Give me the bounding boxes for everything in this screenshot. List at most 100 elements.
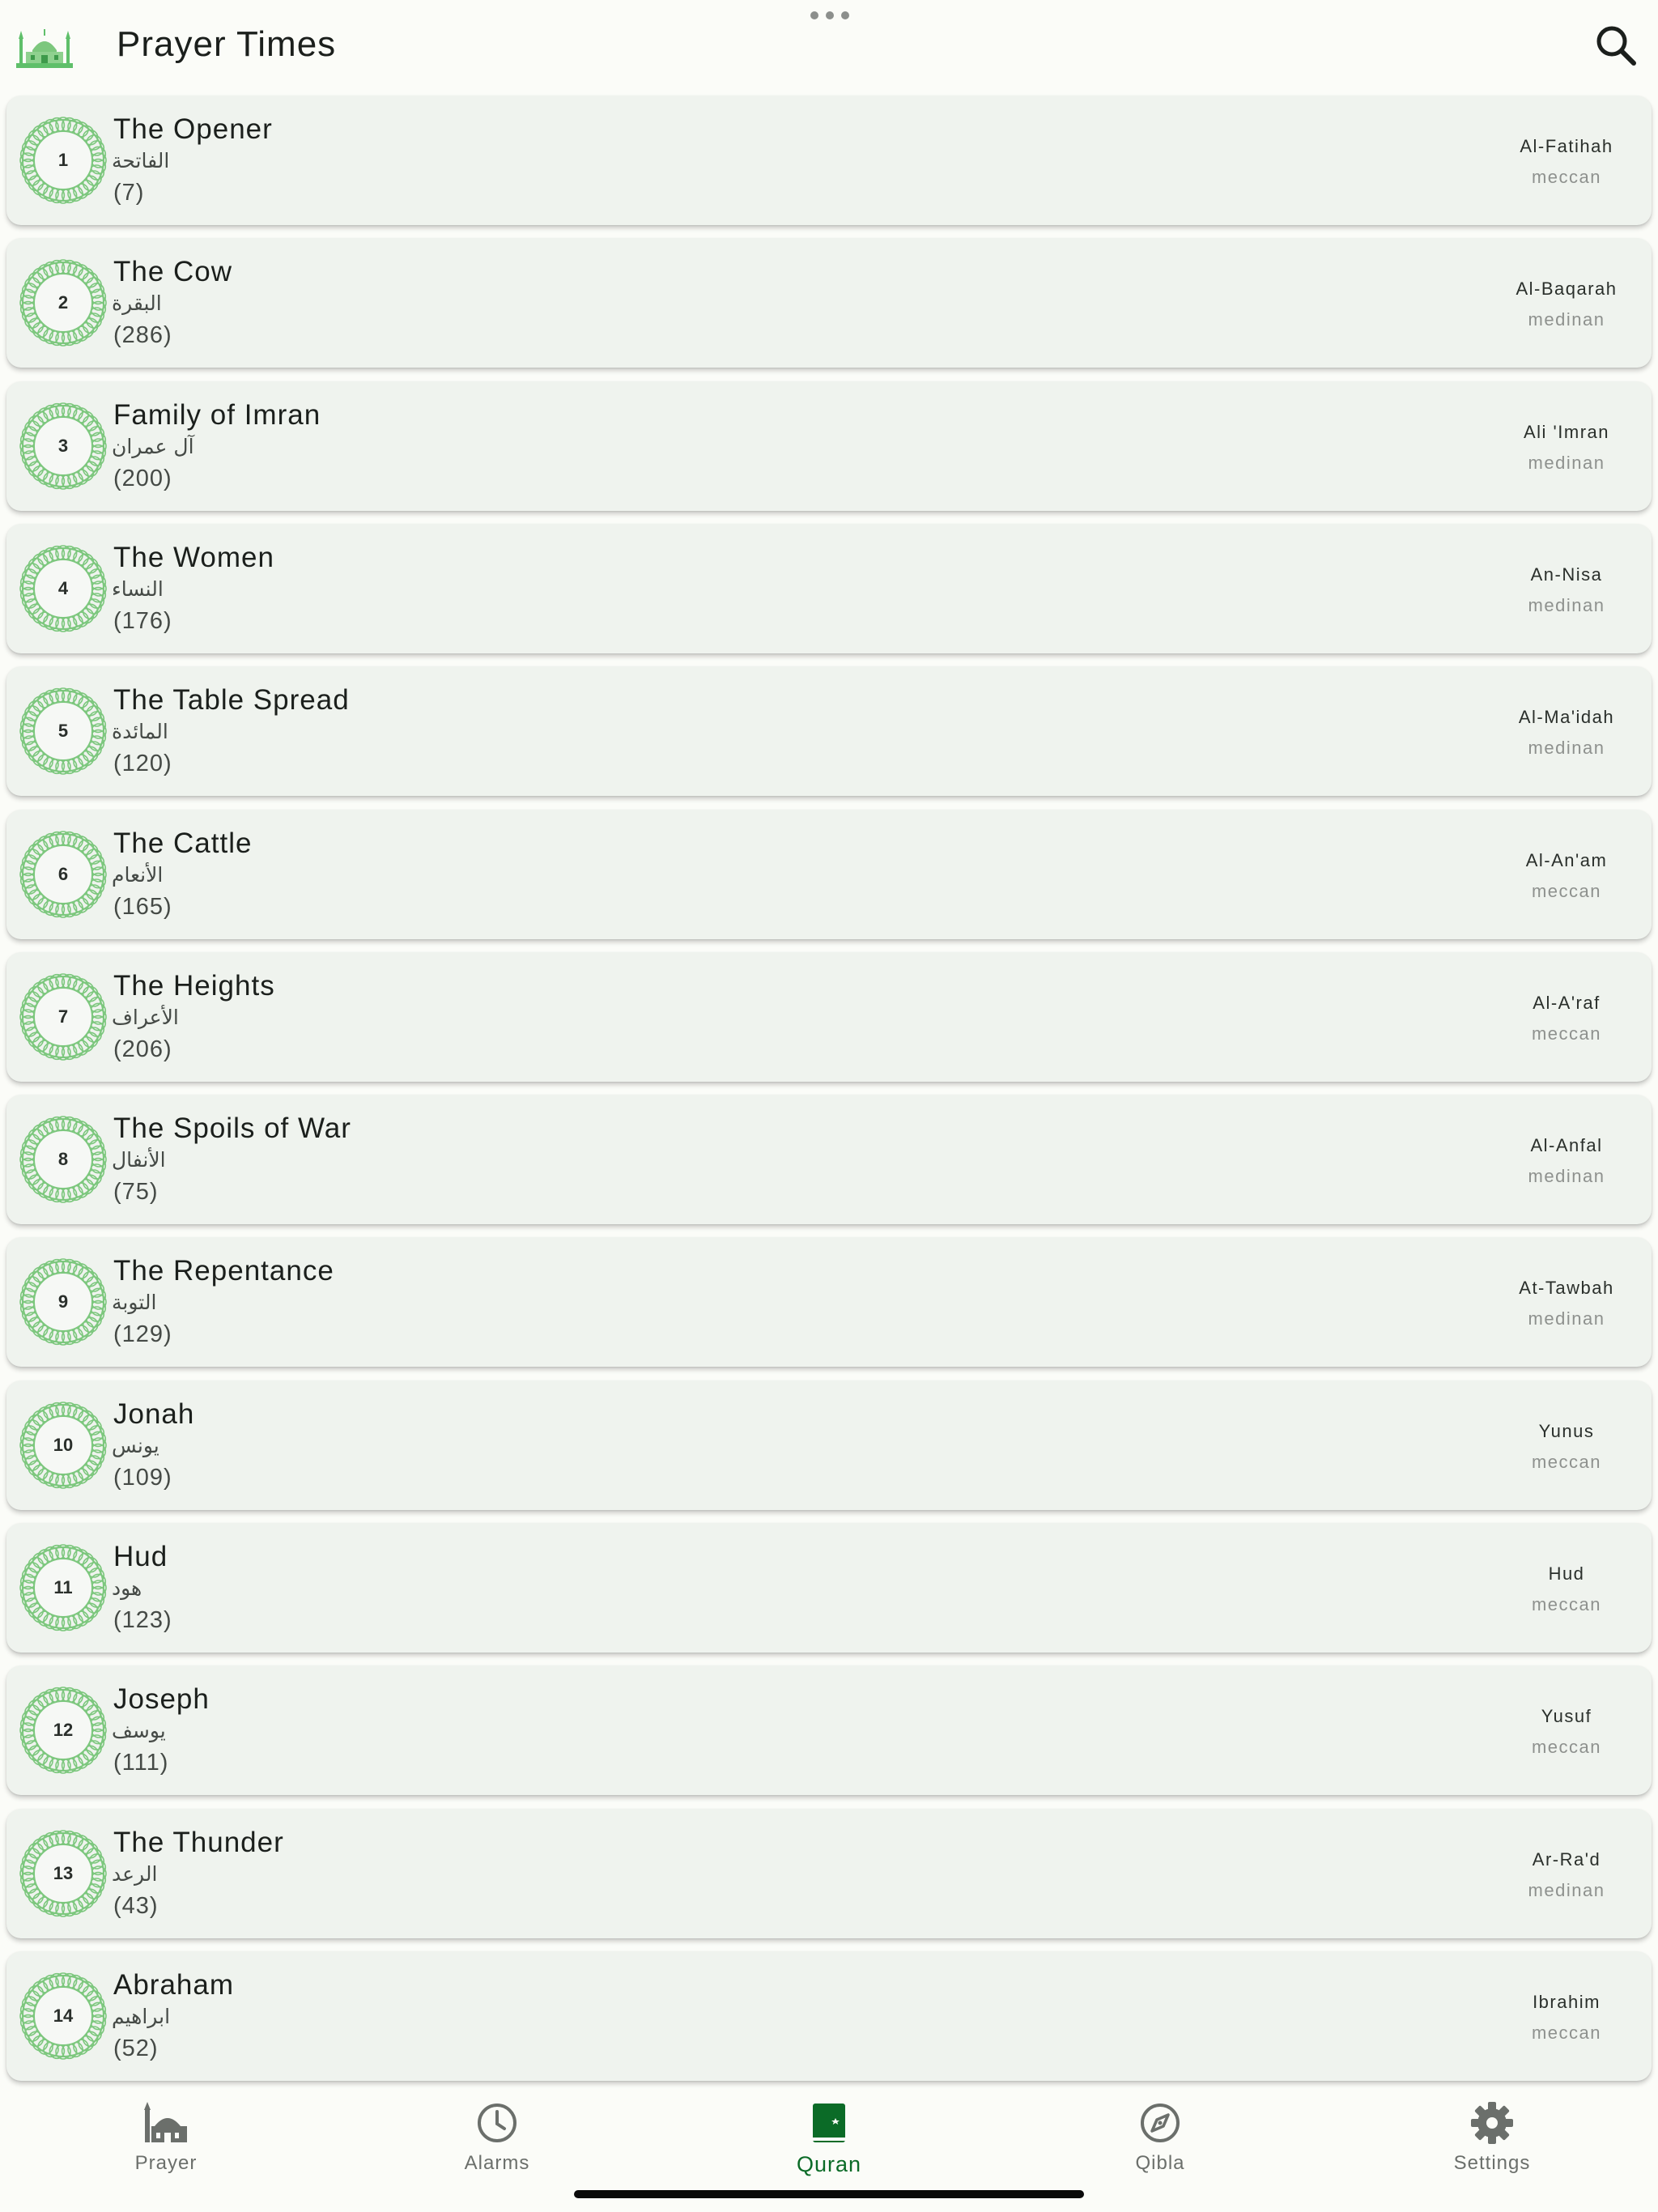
surah-arabic-name: آل عمران xyxy=(112,434,194,458)
tab-alarms[interactable]: Alarms xyxy=(416,2099,578,2175)
surah-verse-count: (123) xyxy=(113,1607,172,1633)
surah-card[interactable]: 9 The Repentance التوبة (129) At-Tawbah medin… xyxy=(6,1237,1652,1368)
surah-english-name: The Repentance xyxy=(113,1255,334,1287)
surah-card[interactable]: 14 Abraham ابراهيم (52) Ibrahim meccan xyxy=(6,1950,1652,2081)
compass-icon xyxy=(1141,2104,1180,2142)
surah-number: 12 xyxy=(53,1720,74,1741)
surah-number: 4 xyxy=(57,577,69,598)
surah-card[interactable]: 3 Family of Imran آل عمران (200) Ali 'Imran m… xyxy=(6,381,1652,511)
surah-revelation-place: meccan xyxy=(1531,1594,1602,1614)
surah-english-name: The Heights xyxy=(113,969,275,1002)
surah-number-badge: 3 xyxy=(15,398,112,495)
surah-number-badge: 7 xyxy=(15,968,112,1066)
surah-verse-count: (52) xyxy=(113,2035,159,2061)
surah-number-badge: 9 xyxy=(15,1253,112,1351)
clock-icon xyxy=(478,2104,517,2142)
surah-number-badge: 1 xyxy=(15,112,112,209)
surah-number: 6 xyxy=(57,863,69,884)
surah-card[interactable]: 11 Hud هود (123) Hud meccan xyxy=(6,1523,1652,1653)
surah-card[interactable]: 6 The Cattle الأنعام (165) Al-An'am meccan xyxy=(6,809,1652,939)
surah-transliteration: Al-An'am xyxy=(1525,849,1608,870)
tab-settings[interactable]: Settings xyxy=(1411,2099,1573,2175)
surah-card[interactable]: 13 The Thunder الرعد (43) Ar-Ra'd medinan xyxy=(6,1808,1652,1938)
surah-transliteration: An-Nisa xyxy=(1530,564,1603,585)
surah-number-badge: 5 xyxy=(15,683,112,780)
surah-card[interactable]: 4 The Women النساء (176) An-Nisa medinan xyxy=(6,523,1652,653)
surah-number: 9 xyxy=(57,1291,69,1312)
search-icon[interactable] xyxy=(1592,21,1640,70)
surah-revelation-place: medinan xyxy=(1528,452,1605,473)
surah-card[interactable]: 10 Jonah يونس (109) Yunus meccan xyxy=(6,1380,1652,1510)
surah-transliteration: Ibrahim xyxy=(1533,1991,1601,2012)
surah-arabic-name: الأعراف xyxy=(112,1005,179,1029)
surah-transliteration: Ali 'Imran xyxy=(1524,421,1609,442)
surah-card[interactable]: 5 The Table Spread المائدة (120) Al-Ma'idah m… xyxy=(6,666,1652,797)
surah-verse-count: (176) xyxy=(113,607,172,634)
tab-qibla[interactable]: Qibla xyxy=(1079,2099,1241,2175)
surah-transliteration: At-Tawbah xyxy=(1519,1278,1614,1299)
surah-english-name: Hud xyxy=(113,1541,168,1572)
surah-number-badge: 4 xyxy=(15,540,112,637)
surah-card[interactable]: 1 The Opener الفاتحة (7) Al-Fatihah meccan xyxy=(6,96,1652,225)
quran-book-icon xyxy=(813,2104,845,2142)
surah-verse-count: (75) xyxy=(113,1179,159,1206)
surah-revelation-place: meccan xyxy=(1531,167,1602,187)
surah-english-name: The Opener xyxy=(113,113,273,145)
surah-english-name: Family of Imran xyxy=(113,398,321,431)
surah-number-badge: 12 xyxy=(15,1682,112,1779)
surah-arabic-name: البقرة xyxy=(112,291,162,316)
surah-english-name: Jonah xyxy=(113,1397,195,1430)
surah-number: 11 xyxy=(53,1577,73,1597)
surah-revelation-place: medinan xyxy=(1528,1308,1605,1329)
surah-transliteration: Al-Fatihah xyxy=(1520,136,1613,156)
tab-quran[interactable]: Quran xyxy=(748,2099,910,2177)
surah-transliteration: Yusuf xyxy=(1541,1706,1592,1727)
surah-arabic-name: المائدة xyxy=(112,720,168,744)
surah-revelation-place: meccan xyxy=(1531,1451,1602,1472)
surah-number: 8 xyxy=(57,1149,69,1170)
surah-verse-count: (165) xyxy=(113,893,172,920)
surah-revelation-place: medinan xyxy=(1528,309,1605,330)
surah-number-badge: 8 xyxy=(15,1111,112,1208)
tab-label: Alarms xyxy=(464,2152,530,2174)
surah-number: 14 xyxy=(53,2005,74,2026)
surah-revelation-place: meccan xyxy=(1531,2022,1602,2043)
surah-transliteration: Ar-Ra'd xyxy=(1532,1848,1601,1870)
surah-revelation-place: meccan xyxy=(1531,880,1602,901)
surah-card[interactable]: 8 The Spoils of War الأنفال (75) Al-Anfal med… xyxy=(6,1095,1652,1225)
surah-verse-count: (109) xyxy=(113,1464,172,1491)
surah-number: 5 xyxy=(57,721,69,742)
surah-number-badge: 14 xyxy=(15,1967,112,2065)
surah-number: 2 xyxy=(57,292,69,313)
tab-label: Qibla xyxy=(1135,2152,1185,2174)
surah-arabic-name: الأنعام xyxy=(112,862,164,887)
surah-english-name: Joseph xyxy=(113,1683,210,1716)
surah-arabic-name: الفاتحة xyxy=(112,149,170,172)
surah-number: 10 xyxy=(53,1434,74,1455)
surah-card[interactable]: 12 Joseph يوسف (111) Yusuf meccan xyxy=(6,1665,1652,1796)
home-indicator[interactable] xyxy=(574,2190,1084,2198)
surah-revelation-place: medinan xyxy=(1528,1166,1605,1187)
surah-number-badge: 6 xyxy=(15,826,112,923)
surah-english-name: The Women xyxy=(113,541,274,573)
tab-label: Quran xyxy=(796,2152,862,2176)
surah-arabic-name: التوبة xyxy=(112,1291,157,1315)
surah-english-name: The Table Spread xyxy=(113,684,350,717)
surah-verse-count: (200) xyxy=(113,465,172,491)
tab-prayer[interactable]: Prayer xyxy=(85,2099,247,2175)
surah-english-name: The Cow xyxy=(113,256,233,288)
surah-arabic-name: الأنفال xyxy=(112,1148,166,1172)
gear-icon xyxy=(1471,2102,1513,2144)
surah-card[interactable]: 2 The Cow البقرة (286) Al-Baqarah medinan xyxy=(6,238,1652,368)
surah-card[interactable]: 7 The Heights الأعراف (206) Al-A'raf meccan xyxy=(6,951,1652,1082)
surah-transliteration: Yunus xyxy=(1538,1420,1595,1441)
surah-verse-count: (7) xyxy=(113,180,145,206)
surah-number-badge: 10 xyxy=(15,1397,112,1494)
surah-revelation-place: medinan xyxy=(1528,738,1605,759)
surah-number: 13 xyxy=(53,1862,74,1883)
surah-transliteration: Al-Baqarah xyxy=(1516,279,1618,300)
surah-number: 3 xyxy=(57,435,69,456)
tab-label: Prayer xyxy=(134,2152,198,2174)
surah-transliteration: Al-A'raf xyxy=(1533,992,1601,1013)
surah-verse-count: (111) xyxy=(113,1750,169,1776)
